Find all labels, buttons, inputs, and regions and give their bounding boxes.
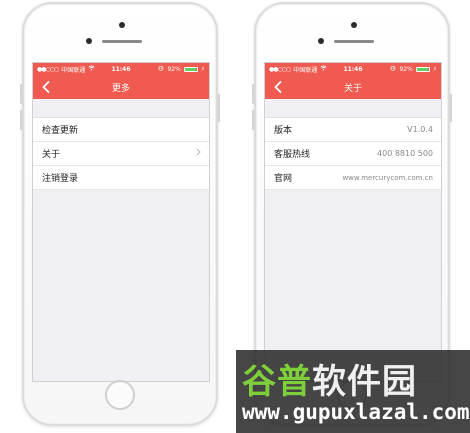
page-title: 关于 — [343, 83, 362, 94]
status-time: 11:46 — [111, 65, 131, 73]
hotline-value: 400 8810 500 — [377, 149, 433, 158]
front-sensor — [351, 22, 357, 28]
list-item-website[interactable]: 官网 www.mercurycom.com.cn — [265, 166, 441, 190]
back-button[interactable] — [271, 78, 285, 96]
list-item-hotline[interactable]: 客服热线 400 8810 500 — [265, 142, 441, 166]
list-item-logout[interactable]: 注销登录 — [33, 166, 209, 190]
about-list: 版本 V1.0.4 客服热线 400 8810 500 官网 www.mercu… — [265, 117, 441, 190]
chevron-right-icon — [196, 148, 201, 159]
list-item-label: 检查更新 — [42, 126, 79, 136]
status-bar: ●●○○○ 中国联通 11:46 92% ⚡ — [33, 63, 209, 75]
version-value: V1.0.4 — [407, 125, 433, 134]
screen-about: ●●○○○ 中国联通 11:46 92% ⚡ 关于 版本 V1.0.4 客服热线… — [264, 62, 442, 382]
list-item-version: 版本 V1.0.4 — [265, 118, 441, 142]
battery-level-fill — [416, 67, 428, 71]
front-sensor — [119, 22, 125, 28]
volume-button — [20, 110, 23, 130]
earpiece-speaker — [102, 40, 142, 43]
list-item-check-update[interactable]: 检查更新 — [33, 118, 209, 142]
status-time: 11:46 — [343, 65, 363, 73]
list-item-about[interactable]: 关于 — [33, 142, 209, 166]
screenshot-stage: ●●○○○ 中国联通 11:46 92% ⚡ 更多 检查更新 关于 注销登录 ●… — [0, 0, 470, 433]
list-item-label: 官网 — [274, 174, 293, 184]
list-item-label: 版本 — [274, 126, 293, 136]
phone-left: ●●○○○ 中国联通 11:46 92% ⚡ 更多 检查更新 关于 注销登录 — [20, 2, 220, 426]
nav-bar: 关于 — [265, 75, 441, 99]
nav-bar: 更多 — [33, 75, 209, 99]
watermark-title-part2: 软件园 — [312, 362, 417, 402]
settings-list: 检查更新 关于 注销登录 — [33, 117, 209, 190]
list-item-label: 关于 — [42, 150, 61, 160]
page-title: 更多 — [111, 83, 130, 94]
power-button — [449, 94, 452, 122]
watermark-url: www.gupuxlazal.com — [242, 400, 470, 424]
chevron-left-icon — [42, 81, 50, 93]
watermark-overlay: 谷普软件园 www.gupuxlazal.com — [236, 350, 470, 433]
back-button[interactable] — [39, 78, 53, 96]
list-item-label: 注销登录 — [42, 174, 79, 184]
watermark-title-part1: 谷普 — [242, 362, 312, 402]
home-button[interactable] — [105, 380, 135, 410]
battery-icon — [415, 66, 430, 72]
list-item-label: 客服热线 — [274, 150, 311, 160]
volume-button — [252, 84, 255, 104]
front-camera — [86, 38, 92, 44]
power-button — [217, 94, 220, 122]
watermark-title: 谷普软件园 — [242, 354, 417, 403]
front-camera — [318, 38, 324, 44]
chevron-left-icon — [274, 81, 282, 93]
status-bar: ●●○○○ 中国联通 11:46 92% ⚡ — [265, 63, 441, 75]
volume-button — [252, 110, 255, 130]
battery-icon — [183, 66, 198, 72]
website-value: www.mercurycom.com.cn — [342, 173, 433, 182]
volume-button — [20, 84, 23, 104]
battery-level-fill — [184, 67, 196, 71]
earpiece-speaker — [334, 40, 374, 43]
screen-more: ●●○○○ 中国联通 11:46 92% ⚡ 更多 检查更新 关于 注销登录 — [32, 62, 210, 382]
